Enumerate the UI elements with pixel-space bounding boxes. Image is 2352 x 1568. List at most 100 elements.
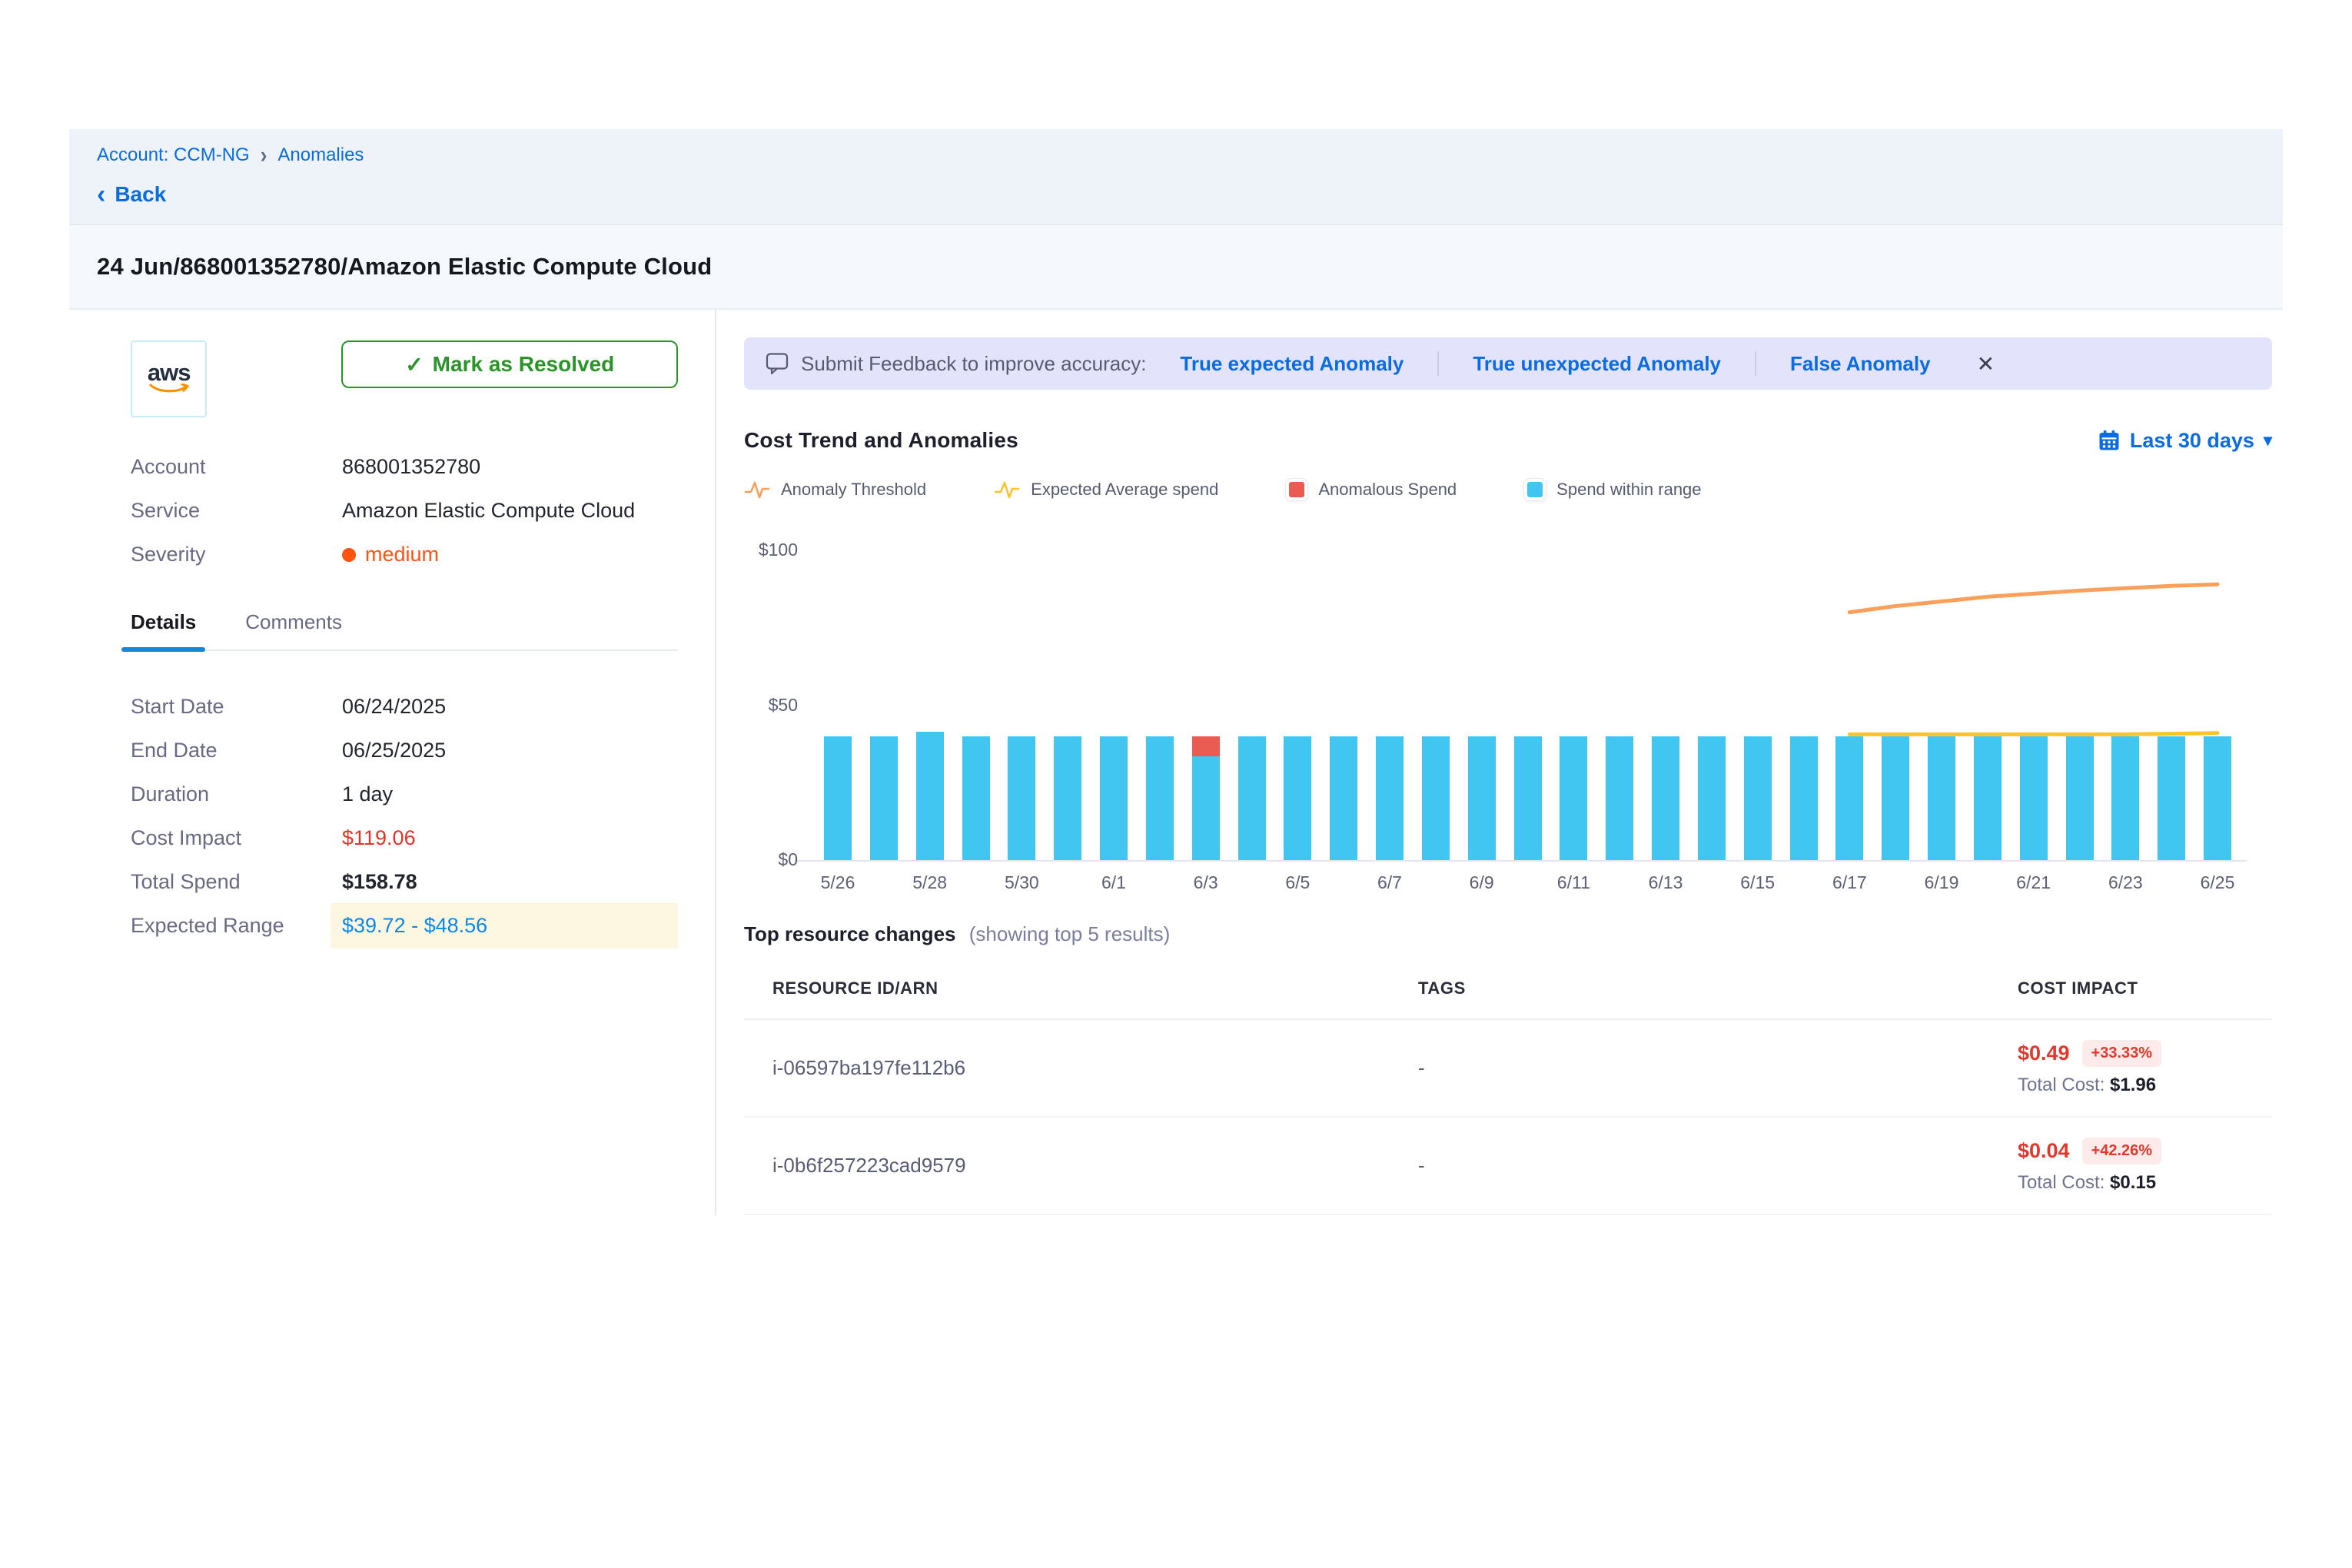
feedback-divider [1437, 351, 1439, 376]
cost-trend-chart: 5/265/285/306/16/36/56/76/96/116/136/156… [744, 522, 2272, 910]
total-cost-line: Total Cost: $0.15 [2018, 1172, 2272, 1194]
x-axis-tick: 6/5 [1259, 872, 1336, 893]
mark-as-resolved-button[interactable]: ✓ Mark as Resolved [341, 341, 678, 388]
main-content: aws ✓ Mark as Resolved Account8680013527… [69, 310, 2283, 1215]
aws-logo: aws [131, 341, 207, 417]
x-axis-tick: 6/21 [1995, 872, 2072, 893]
info-fields: Account868001352780ServiceAmazon Elastic… [131, 445, 678, 576]
cost-impact-line: $0.04 +42.26% [2018, 1138, 2272, 1164]
aws-logo-text: aws [148, 362, 191, 384]
feedback-option-3[interactable]: False Anomaly [1790, 352, 1931, 376]
field-row: Total Spend$158.78 [131, 860, 678, 904]
table-subtitle: (showing top 5 results) [969, 922, 1171, 945]
field-row: End Date06/25/2025 [131, 729, 678, 772]
field-label: Account [131, 455, 342, 479]
x-axis-tick: 6/9 [1443, 872, 1520, 893]
field-label: Cost Impact [131, 826, 342, 850]
field-value: $119.06 [342, 826, 678, 850]
x-axis-tick: 6/17 [1811, 872, 1888, 893]
x-axis-tick: 6/19 [1903, 872, 1980, 893]
feedback-divider [1755, 351, 1756, 376]
panel-top: aws ✓ Mark as Resolved [131, 341, 678, 417]
pulse-line-icon [994, 479, 1020, 500]
legend-square-icon [1286, 479, 1307, 500]
field-row: Account868001352780 [131, 445, 678, 489]
field-label: Service [131, 499, 342, 523]
feedback-option-1[interactable]: True expected Anomaly [1180, 352, 1404, 376]
detail-fields: Start Date06/24/2025End Date06/25/2025 Du… [131, 685, 678, 948]
breadcrumb-account-link[interactable]: Account: CCM-NG [97, 145, 250, 166]
anomaly-summary-panel: aws ✓ Mark as Resolved Account8680013527… [69, 310, 716, 1215]
page-header: Account: CCM-NG › Anomalies ‹ Back [69, 129, 2283, 225]
anomaly-detail-panel: Submit Feedback to improve accuracy: Tru… [716, 310, 2283, 1215]
pulse-line-icon [744, 479, 770, 500]
date-range-selector[interactable]: Last 30 days ▾ [2098, 429, 2272, 453]
close-icon[interactable]: ✕ [1977, 351, 1995, 377]
legend-label: Anomalous Spend [1318, 480, 1457, 500]
field-label: Total Spend [131, 870, 342, 894]
field-row: Expected Range$39.72 - $48.56 [131, 904, 678, 948]
legend-label: Spend within range [1556, 480, 1701, 500]
resource-id-cell: i-0b6f257223cad9579 [772, 1154, 1418, 1178]
cost-impact-amount: $0.04 [2018, 1139, 2070, 1163]
x-axis-tick: 5/28 [892, 872, 968, 893]
total-cost-value: $0.15 [2110, 1172, 2156, 1193]
field-label: Duration [131, 782, 342, 806]
field-row: Start Date06/24/2025 [131, 685, 678, 729]
field-value: 1 day [342, 782, 678, 806]
x-axis-tick: 6/15 [1719, 872, 1796, 893]
aws-smile-icon [148, 384, 190, 396]
y-axis-tick: $0 [744, 849, 798, 870]
x-axis-tick: 5/26 [799, 872, 876, 893]
breadcrumb-anomalies-link[interactable]: Anomalies [277, 145, 364, 166]
field-label: Severity [131, 543, 342, 566]
chart-title: Cost Trend and Anomalies [744, 428, 1018, 453]
back-row: ‹ Back [97, 167, 2255, 224]
x-axis-tick: 5/30 [983, 872, 1060, 893]
feedback-bar: Submit Feedback to improve accuracy: Tru… [744, 337, 2272, 390]
table-column-header: TAGS [1418, 978, 2018, 998]
date-range-label: Last 30 days [2130, 429, 2254, 453]
tab-comments[interactable]: Comments [245, 610, 342, 649]
x-axis-tick: 6/3 [1168, 872, 1244, 893]
field-value: Amazon Elastic Compute Cloud [342, 499, 678, 523]
back-label: Back [115, 182, 166, 207]
page-title: 24 Jun/868001352780/Amazon Elastic Compu… [97, 253, 712, 281]
tab-details[interactable]: Details [131, 610, 196, 649]
resource-id-cell: i-06597ba197fe112b6 [772, 1056, 1418, 1080]
x-axis-line [795, 860, 2247, 862]
cost-impact-cell: $0.04 +42.26% Total Cost: $0.15 [2018, 1138, 2272, 1194]
chart-legend: Anomaly ThresholdExpected Average spendA… [744, 479, 2272, 500]
caret-down-icon: ▾ [2264, 430, 2272, 450]
expected-average-spend-line [1849, 733, 2217, 735]
legend-item: Spend within range [1524, 479, 1701, 500]
x-axis-tick: 6/1 [1075, 872, 1152, 893]
table-row: i-06597ba197fe112b6-$0.49+33.33%Total Co… [744, 1020, 2272, 1118]
check-icon: ✓ [405, 352, 423, 377]
chart-plot: 5/265/285/306/16/36/56/76/96/116/136/156… [824, 522, 2231, 860]
total-cost-value: $1.96 [2110, 1075, 2156, 1095]
table-row: i-0b6f257223cad9579-$0.04 +42.26% Total Co… [744, 1118, 2272, 1215]
total-cost-line: Total Cost: $1.96 [2018, 1075, 2272, 1096]
change-percent-badge: +42.26% [2082, 1138, 2162, 1164]
field-value: 06/25/2025 [342, 739, 678, 762]
y-axis-tick: $50 [744, 695, 798, 716]
feedback-option-2[interactable]: True unexpected Anomaly [1473, 352, 1721, 376]
field-row: ServiceAmazon Elastic Compute Cloud [131, 489, 678, 533]
resolve-button-label: Mark as Resolved [433, 352, 615, 377]
back-button[interactable]: ‹ Back [97, 182, 166, 207]
field-row: Severitymedium [131, 533, 678, 576]
field-label: Expected Range [131, 914, 342, 938]
anomaly-details-page: Account: CCM-NG › Anomalies ‹ Back 24 Ju… [0, 0, 2352, 1568]
chevron-left-icon: ‹ [97, 185, 105, 204]
x-axis-tick: 6/13 [1627, 872, 1704, 893]
tags-cell: - [1418, 1154, 2018, 1178]
feedback-prompt: Submit Feedback to improve accuracy: [801, 352, 1146, 376]
legend-square-icon [1524, 479, 1546, 500]
chart-lines [824, 522, 2231, 860]
calendar-icon [2098, 429, 2121, 452]
field-label: Start Date [131, 695, 342, 719]
breadcrumb: Account: CCM-NG › Anomalies [97, 143, 2255, 167]
field-value: 868001352780 [342, 455, 678, 479]
x-axis-tick: 6/7 [1351, 872, 1428, 893]
